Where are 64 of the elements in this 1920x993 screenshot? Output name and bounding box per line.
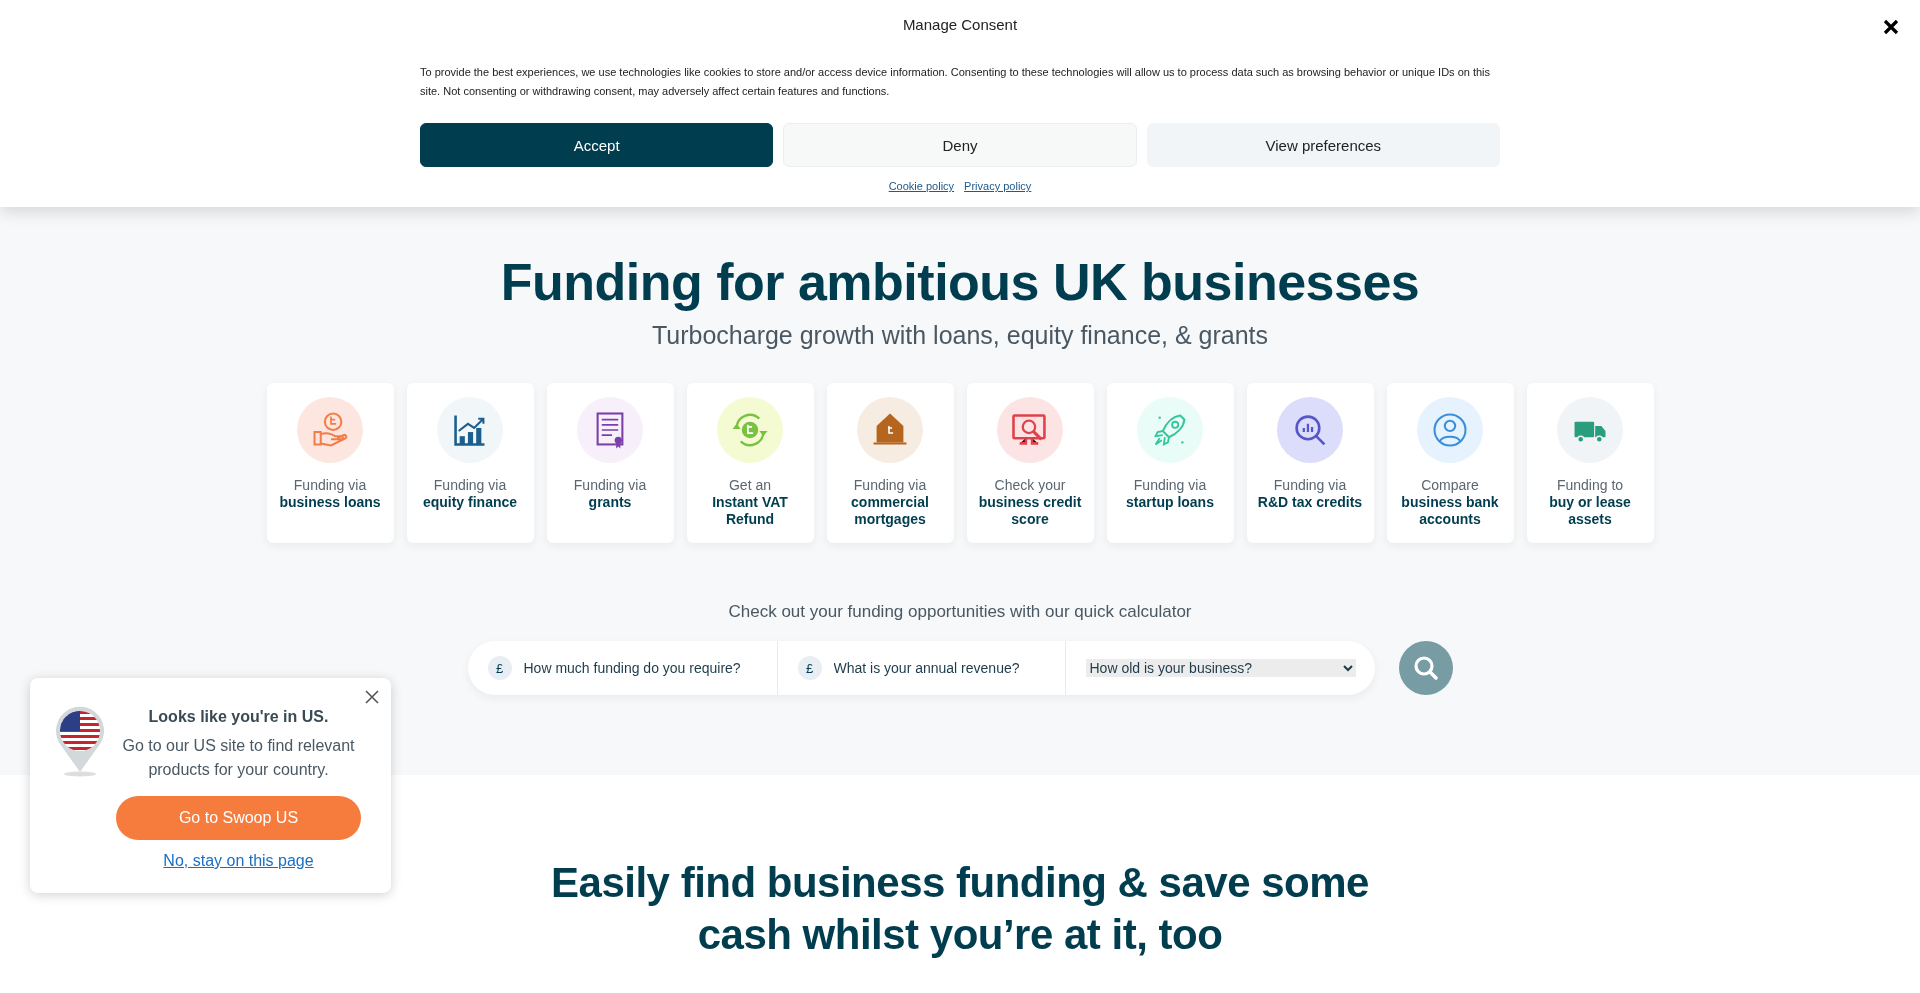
funding-card[interactable]: Funding to buy or lease assets	[1526, 383, 1654, 543]
currency-sign: £	[487, 656, 512, 680]
flag-pin-icon	[54, 706, 106, 778]
card-label: Check your	[994, 477, 1066, 494]
amount-field[interactable]: How much funding do you require?	[523, 660, 744, 676]
popup-text: Go to our US site to find relevant products for your country.	[121, 736, 356, 780]
funding-card[interactable]: Compare business bank accounts	[1386, 383, 1514, 543]
accept-button[interactable]: Accept	[420, 123, 774, 167]
card-label: Funding via	[1133, 477, 1207, 494]
hero-title: Funding for ambitious UK businesses	[500, 252, 1420, 313]
card-title: grants	[587, 494, 633, 511]
card-label: Funding via	[293, 477, 367, 494]
funding-card[interactable]: Funding via business loans	[266, 383, 394, 543]
house-icon	[857, 397, 923, 463]
rocket-icon	[1137, 397, 1203, 463]
hero-subtitle: Turbocharge growth with loans, equity finance, & grants	[651, 320, 1269, 351]
policy-link[interactable]: Cookie policy	[888, 180, 955, 192]
funding-card[interactable]: Funding via commercial mortgages	[826, 383, 954, 543]
funding-card[interactable]: Funding via grants	[546, 383, 674, 543]
user-icon	[1417, 397, 1483, 463]
deny-button[interactable]: Deny	[783, 123, 1137, 167]
section-title: Easily find business funding & save some cash whilst you’re at it, too	[550, 858, 1370, 960]
card-title: commercial mortgages	[850, 494, 930, 528]
card-label: Funding to	[1556, 477, 1624, 494]
close-button[interactable]	[365, 690, 379, 704]
calculator-caption: Check out your funding opportunities with our quick calculator	[728, 601, 1192, 623]
card-title: business loans	[278, 494, 382, 511]
card-title: startup loans	[1125, 494, 1215, 511]
card-title: Instant VAT Refund	[711, 494, 789, 528]
funding-card[interactable]: Funding via R&D tax credits	[1246, 383, 1374, 543]
bar-chart-icon	[437, 397, 503, 463]
policy-link[interactable]: Privacy policy	[964, 180, 1032, 192]
card-label: Compare	[1421, 477, 1479, 494]
business-age-select[interactable]: How old is your business?	[1085, 659, 1356, 677]
card-label: Funding via	[433, 477, 507, 494]
popup-title: Looks like you're in US.	[148, 708, 329, 726]
preferences-button[interactable]: View preferences	[1146, 123, 1500, 167]
funding-card[interactable]: Get an Instant VAT Refund	[686, 383, 814, 543]
card-label: Funding via	[853, 477, 927, 494]
coin-hand-icon	[297, 397, 363, 463]
card-label: Funding via	[1273, 477, 1347, 494]
consent-text: To provide the best experiences, we use technologies like cookies to store and/or access device information. Consenting to these technologies will allow us to process data such as browsing behavior or unique IDs on this site. Not consenting or withdrawing consent, may adversely affect certain features and functions.	[420, 65, 1492, 99]
card-label: Get an	[729, 477, 771, 494]
certificate-icon	[577, 397, 643, 463]
funding-card[interactable]: Funding via equity finance	[406, 383, 534, 543]
coin-arrows-icon	[717, 397, 783, 463]
truck-icon	[1557, 397, 1623, 463]
currency-sign: £	[797, 656, 822, 680]
card-title: R&D tax credits	[1256, 494, 1364, 511]
close-button[interactable]	[1882, 18, 1900, 36]
search-icon	[1412, 655, 1439, 681]
card-title: business credit score	[977, 494, 1083, 528]
amount-field[interactable]: What is your annual revenue?	[833, 660, 1054, 676]
card-label: Funding via	[573, 477, 647, 494]
stay-link[interactable]: No, stay on this page	[163, 852, 314, 870]
card-title: buy or lease assets	[1548, 494, 1632, 528]
monitor-magnifier-icon	[997, 397, 1063, 463]
card-title: business bank accounts	[1400, 494, 1500, 528]
search-button[interactable]	[1398, 641, 1453, 695]
card-title: equity finance	[421, 494, 519, 511]
magnifier-icon	[1277, 397, 1343, 463]
funding-card[interactable]: Check your business credit score	[966, 383, 1094, 543]
consent-title: Manage Consent	[902, 16, 1018, 33]
funding-card[interactable]: Funding via startup loans	[1106, 383, 1234, 543]
